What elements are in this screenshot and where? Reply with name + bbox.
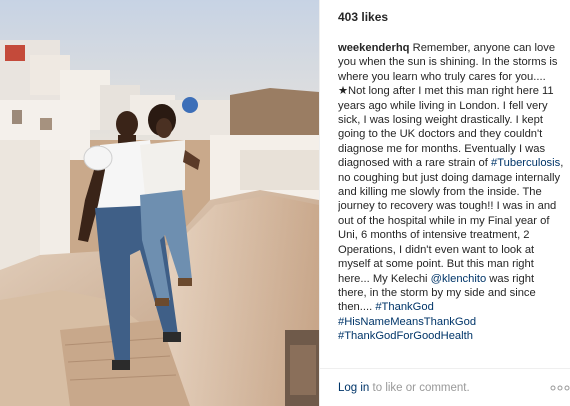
- login-prompt-text: to like or comment.: [369, 382, 470, 394]
- caption-username[interactable]: weekenderhq: [338, 42, 410, 54]
- mention-klenchito[interactable]: @klenchito: [431, 273, 487, 285]
- footer-divider: [320, 368, 570, 369]
- hashtag-tuberculosis[interactable]: #Tuberculosis: [491, 157, 560, 169]
- hashtag-hisnamemeansthankgod[interactable]: #HisNameMeansThankGod: [338, 315, 564, 329]
- hashtag-thankgodforgoodhealth[interactable]: #ThankGodForGoodHealth: [338, 329, 564, 343]
- login-prompt: Log in to like or comment.: [338, 382, 470, 394]
- three-dots-icon[interactable]: [550, 383, 570, 393]
- hashtag-thankgod[interactable]: #ThankGod: [375, 301, 433, 313]
- couple-santorini-photo: [0, 0, 319, 406]
- post-caption: weekenderhq Remember, anyone can love yo…: [338, 41, 564, 344]
- login-link[interactable]: Log in: [338, 382, 369, 394]
- post-details-panel: 403 likes weekenderhq Remember, anyone c…: [319, 0, 570, 406]
- likes-count[interactable]: 403 likes: [338, 10, 388, 24]
- caption-text-3: , no coughing but just doing damage inte…: [338, 157, 564, 285]
- caption-container: weekenderhq Remember, anyone can love yo…: [338, 41, 564, 361]
- star-icon: ★: [338, 85, 349, 98]
- post-photo[interactable]: [0, 0, 319, 406]
